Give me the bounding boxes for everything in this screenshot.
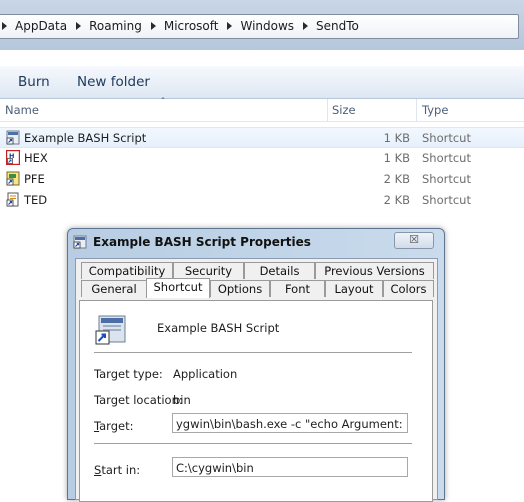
crumb-roaming[interactable]: Roaming — [89, 19, 142, 33]
tab-layout[interactable]: Layout — [325, 280, 383, 297]
ted-shortcut-icon — [6, 192, 19, 207]
pfe-shortcut-icon — [6, 171, 20, 186]
command-bar: Burn New folder — [0, 66, 524, 99]
close-icon: ☒ — [409, 233, 419, 246]
address-bar[interactable]: AppData Roaming Microsoft Windows SendTo — [0, 14, 519, 39]
file-name: HEX — [24, 151, 48, 165]
shortcut-large-icon — [95, 315, 126, 345]
list-item[interactable]: PFE 2 KB Shortcut — [0, 169, 524, 190]
file-size: 2 KB — [383, 193, 410, 207]
chevron-right-icon[interactable] — [76, 22, 82, 30]
chevron-right-icon[interactable] — [303, 22, 309, 30]
hex-shortcut-icon: H — [6, 150, 20, 165]
properties-dialog: Example BASH Script Properties ☒ Compati… — [67, 228, 445, 502]
start-in-label: Start in: — [94, 463, 141, 477]
tab-compatibility[interactable]: Compatibility — [81, 262, 173, 279]
dialog-body: Compatibility Security Details Previous … — [75, 258, 438, 502]
target-location-value: bin — [173, 393, 191, 407]
file-type: Shortcut — [422, 131, 471, 145]
separator — [94, 443, 412, 444]
tab-security[interactable]: Security — [173, 262, 244, 279]
tab-details[interactable]: Details — [244, 262, 315, 279]
shortcut-icon — [73, 235, 87, 249]
list-item[interactable]: Example BASH Script 1 KB Shortcut — [0, 127, 524, 148]
column-divider[interactable] — [416, 99, 417, 121]
file-size: 1 KB — [383, 151, 410, 165]
chevron-right-icon[interactable] — [227, 22, 233, 30]
column-divider[interactable] — [327, 99, 328, 121]
target-field[interactable]: ygwin\bin\bash.exe -c "echo Argument: $0… — [172, 413, 408, 433]
new-folder-button[interactable]: New folder — [77, 74, 150, 90]
target-type-label: Target type: — [94, 367, 163, 381]
tab-options[interactable]: Options — [210, 280, 270, 297]
shortcut-name: Example BASH Script — [157, 321, 280, 335]
target-type-value: Application — [173, 367, 238, 381]
target-label: Target: — [94, 419, 134, 433]
column-header-name[interactable]: Name — [5, 103, 39, 117]
crumb-windows[interactable]: Windows — [240, 19, 294, 33]
file-size: 2 KB — [383, 172, 410, 186]
file-type: Shortcut — [422, 151, 471, 165]
file-type: Shortcut — [422, 193, 471, 207]
dialog-title: Example BASH Script Properties — [93, 235, 311, 249]
list-item[interactable]: TED 2 KB Shortcut — [0, 190, 524, 211]
crumb-appdata[interactable]: AppData — [15, 19, 67, 33]
file-list: Example BASH Script 1 KB Shortcut H HEX … — [0, 127, 524, 211]
separator — [94, 352, 412, 353]
chevron-right-icon[interactable] — [2, 22, 7, 30]
file-size: 1 KB — [383, 131, 410, 145]
shortcut-icon — [6, 130, 20, 145]
column-header-size[interactable]: Size — [332, 103, 356, 117]
target-location-label: Target location: — [94, 393, 183, 407]
breadcrumb: AppData Roaming Microsoft Windows SendTo — [2, 19, 368, 33]
file-type: Shortcut — [422, 172, 471, 186]
crumb-sendto[interactable]: SendTo — [316, 19, 359, 33]
target-field-value: ygwin\bin\bash.exe -c "echo Argument: $0… — [176, 417, 407, 431]
file-name: TED — [24, 193, 48, 207]
shortcut-tab-panel: Example BASH Script Target type: Applica… — [79, 300, 433, 502]
address-bar-area: AppData Roaming Microsoft Windows SendTo — [0, 0, 524, 50]
file-name: PFE — [24, 172, 45, 186]
start-in-field[interactable]: C:\cygwin\bin — [172, 457, 408, 477]
tab-shortcut[interactable]: Shortcut — [146, 278, 210, 298]
file-name: Example BASH Script — [24, 131, 147, 145]
crumb-microsoft[interactable]: Microsoft — [164, 19, 219, 33]
tab-previous-versions[interactable]: Previous Versions — [315, 262, 434, 279]
tab-general[interactable]: General — [81, 280, 147, 297]
tab-colors[interactable]: Colors — [383, 280, 434, 297]
column-header-row: Name Size Type — [0, 99, 524, 122]
column-header-type[interactable]: Type — [422, 103, 448, 117]
close-button[interactable]: ☒ — [394, 232, 434, 249]
start-in-field-value: C:\cygwin\bin — [176, 461, 254, 475]
chevron-right-icon[interactable] — [150, 22, 156, 30]
list-item[interactable]: H HEX 1 KB Shortcut — [0, 148, 524, 169]
burn-button[interactable]: Burn — [18, 74, 50, 90]
tab-font[interactable]: Font — [270, 280, 325, 297]
